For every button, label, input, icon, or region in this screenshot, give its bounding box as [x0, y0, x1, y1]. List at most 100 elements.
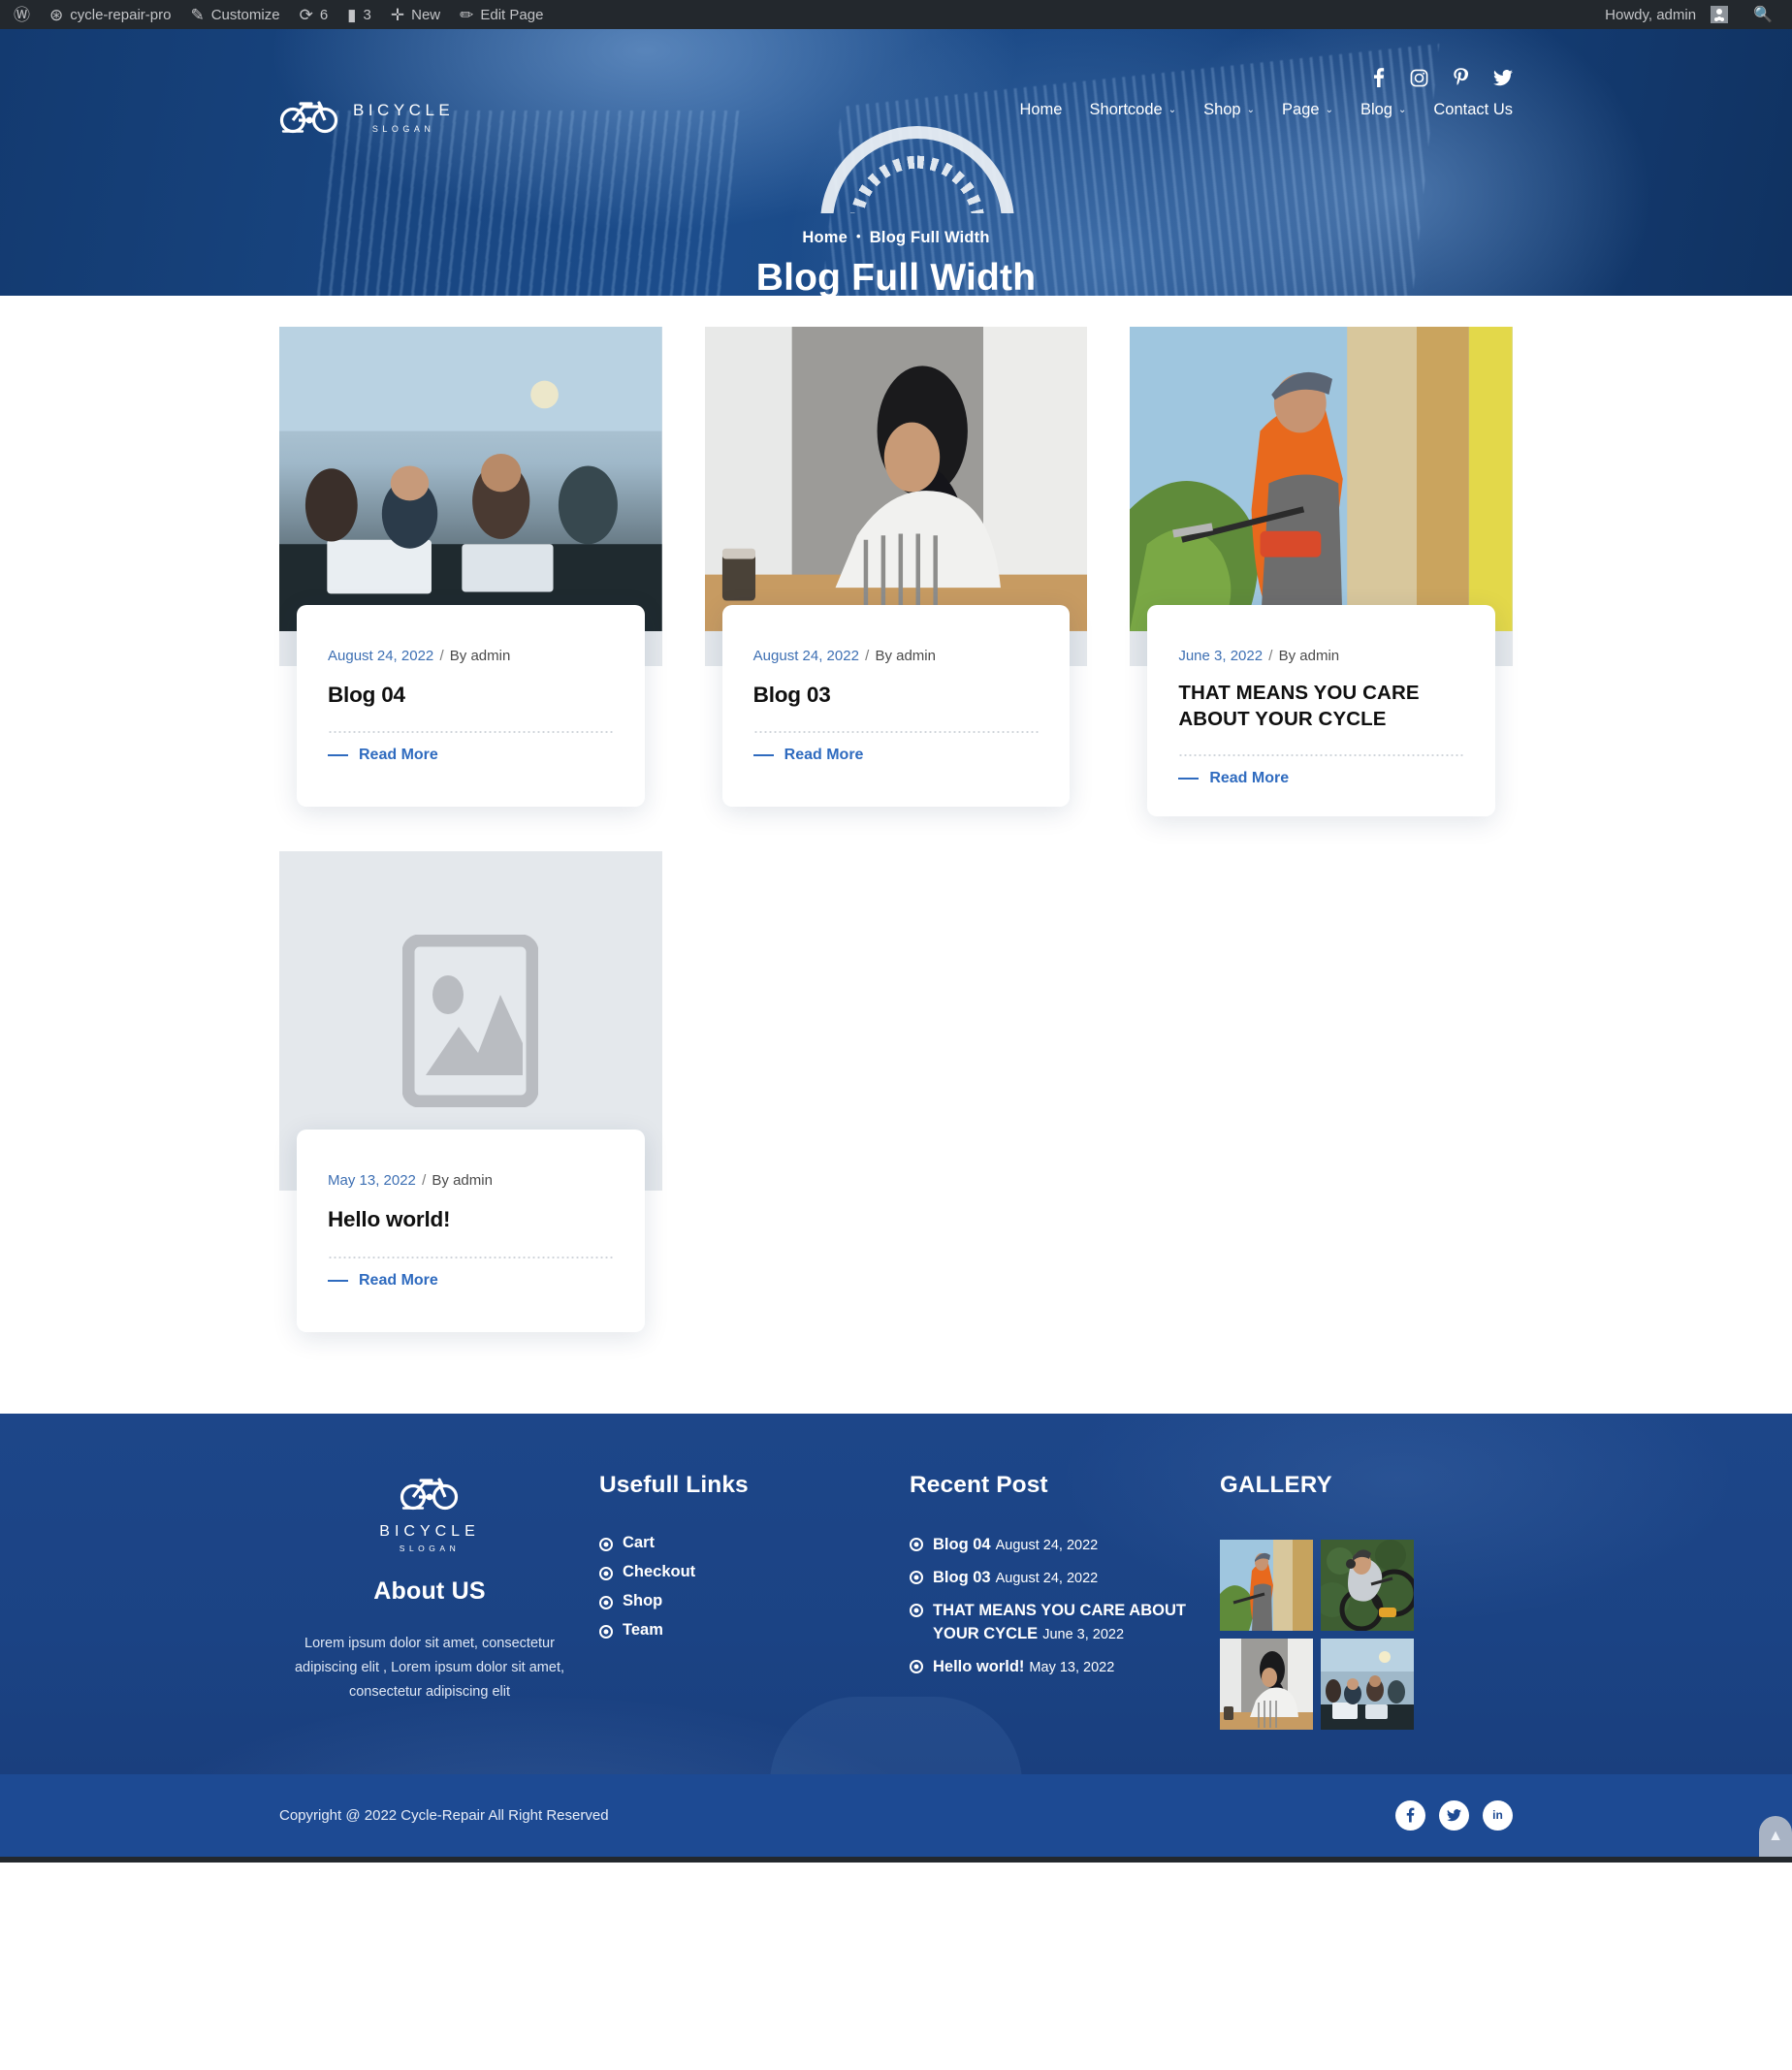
recent-post-title: Blog 03: [933, 1568, 991, 1586]
updates-button[interactable]: ⟳ 6: [290, 0, 338, 29]
chevron-down-icon: ⌄: [1246, 105, 1256, 115]
bullet-icon: [599, 1595, 613, 1609]
gallery-thumb-meeting[interactable]: [1321, 1638, 1414, 1730]
bullet-icon: [599, 1566, 613, 1580]
dotted-divider: [328, 1252, 614, 1258]
recent-post-item[interactable]: Blog 04 August 24, 2022: [910, 1534, 1200, 1556]
post-date[interactable]: June 3, 2022: [1178, 648, 1263, 664]
footer-gallery-column: GALLERY: [1220, 1472, 1513, 1730]
meta-separator: /: [422, 1172, 427, 1190]
pinterest-icon[interactable]: [1454, 68, 1469, 90]
breadcrumb-current: Blog Full Width: [869, 229, 990, 246]
wp-logo-menu[interactable]: Ⓦ: [4, 0, 40, 29]
post-card[interactable]: August 24, 2022 / By admin Blog 04 Read …: [279, 327, 662, 816]
dotted-divider: [328, 727, 614, 734]
footer-bottom-bar: Copyright @ 2022 Cycle-Repair All Right …: [0, 1773, 1792, 1857]
back-to-top-button[interactable]: ▲: [1759, 1815, 1792, 1857]
post-date[interactable]: August 24, 2022: [753, 648, 859, 664]
facebook-icon[interactable]: [1395, 1799, 1425, 1831]
site-logo[interactable]: BICYCLE SLOGAN: [279, 97, 454, 139]
twitter-icon[interactable]: [1439, 1799, 1469, 1831]
recent-post-item[interactable]: Hello world! May 13, 2022: [910, 1656, 1200, 1678]
facebook-icon[interactable]: [1373, 68, 1385, 90]
link-label: Cart: [623, 1533, 656, 1551]
read-more-label: Read More: [359, 1271, 438, 1289]
post-card[interactable]: May 13, 2022 / By admin Hello world! Rea…: [279, 851, 662, 1332]
nav-item-contact-us[interactable]: Contact Us: [1420, 101, 1513, 119]
instagram-icon[interactable]: [1410, 69, 1428, 90]
nav-label: Contact Us: [1433, 101, 1513, 118]
comments-button[interactable]: ▮ 3: [337, 0, 381, 29]
read-more-link[interactable]: Read More: [328, 1272, 614, 1290]
nav-item-blog[interactable]: Blog ⌄: [1347, 101, 1420, 119]
image-placeholder-icon: [402, 935, 539, 1108]
post-author[interactable]: By admin: [875, 648, 936, 664]
post-author[interactable]: By admin: [432, 1172, 493, 1189]
footer-about-column: BICYCLE SLOGAN About US Lorem ipsum dolo…: [279, 1472, 580, 1730]
wordpress-icon: Ⓦ: [14, 5, 30, 24]
site-name-menu[interactable]: ⊛ cycle-repair-pro: [40, 0, 180, 29]
post-date[interactable]: August 24, 2022: [328, 648, 433, 664]
post-card[interactable]: June 3, 2022 / By admin THAT MEANS YOU C…: [1130, 327, 1513, 817]
edit-page-button[interactable]: ✏ Edit Page: [450, 0, 553, 29]
read-more-link[interactable]: Read More: [1178, 770, 1464, 787]
post-meta: June 3, 2022 / By admin: [1178, 648, 1464, 664]
new-label: New: [411, 6, 441, 23]
read-more-link[interactable]: Read More: [328, 747, 614, 764]
gallery-thumb-bike-repair[interactable]: [1321, 1539, 1414, 1631]
site-name-label: cycle-repair-pro: [70, 6, 172, 23]
howdy-label: Howdy, admin: [1605, 6, 1697, 23]
recent-post-title: Blog 04: [933, 1535, 991, 1553]
post-author[interactable]: By admin: [450, 648, 511, 664]
post-title[interactable]: Hello world!: [328, 1205, 614, 1233]
post-author[interactable]: By admin: [1279, 648, 1340, 664]
search-icon[interactable]: 🔍: [1738, 5, 1784, 24]
post-title[interactable]: Blog 04: [328, 681, 614, 709]
useful-link-checkout[interactable]: Checkout: [599, 1563, 890, 1581]
customize-button[interactable]: ✎ Customize: [180, 0, 289, 29]
recent-post-list: Blog 04 August 24, 2022 Blog 03 August 24,…: [910, 1534, 1200, 1679]
useful-link-team[interactable]: Team: [599, 1621, 890, 1640]
main-navigation: Home Shortcode ⌄ Shop ⌄ Page ⌄ Blog ⌄ Co…: [1006, 101, 1513, 119]
post-date[interactable]: May 13, 2022: [328, 1172, 416, 1189]
recent-post-text: Blog 04 August 24, 2022: [933, 1534, 1098, 1556]
post-card-body: May 13, 2022 / By admin Hello world! Rea…: [297, 1130, 645, 1332]
nav-item-shop[interactable]: Shop ⌄: [1190, 101, 1268, 119]
nav-item-shortcode[interactable]: Shortcode ⌄: [1075, 101, 1190, 119]
recent-post-date: August 24, 2022: [995, 1570, 1099, 1586]
new-content-button[interactable]: ✛ New: [381, 0, 450, 29]
footer-logo[interactable]: BICYCLE SLOGAN: [279, 1474, 580, 1553]
dotted-divider: [752, 727, 1040, 734]
breadcrumb: Home • Blog Full Width: [0, 229, 1792, 247]
dash-icon: [1178, 778, 1200, 780]
useful-links-list: Cart Checkout Shop Team: [599, 1534, 890, 1640]
breadcrumb-home[interactable]: Home: [802, 229, 848, 246]
useful-link-cart[interactable]: Cart: [599, 1534, 890, 1552]
recent-post-item[interactable]: THAT MEANS YOU CARE ABOUT YOUR CYCLE June…: [910, 1600, 1200, 1645]
breadcrumb-separator: •: [856, 229, 861, 243]
site-footer: BICYCLE SLOGAN About US Lorem ipsum dolo…: [0, 1413, 1792, 1774]
logo-line-2: SLOGAN: [371, 124, 435, 134]
footer-logo-line-1: BICYCLE: [379, 1522, 480, 1540]
useful-link-shop[interactable]: Shop: [599, 1592, 890, 1610]
bullet-icon: [910, 1604, 923, 1618]
post-card[interactable]: August 24, 2022 / By admin Blog 03 Read …: [704, 327, 1088, 816]
hero-heading-block: Home • Blog Full Width Blog Full Width: [0, 229, 1792, 296]
linkedin-icon[interactable]: in: [1483, 1799, 1513, 1831]
meta-separator: /: [1268, 648, 1273, 664]
logo-text: BICYCLE SLOGAN: [353, 102, 454, 134]
nav-item-page[interactable]: Page ⌄: [1268, 101, 1347, 119]
twitter-icon[interactable]: [1493, 69, 1513, 89]
link-label: Team: [623, 1620, 663, 1639]
nav-label: Blog: [1360, 101, 1392, 118]
gallery-thumb-gardener[interactable]: [1220, 1539, 1313, 1631]
dash-icon: [328, 754, 348, 757]
gallery-thumb-woman-laptop[interactable]: [1220, 1638, 1313, 1730]
footer-columns: BICYCLE SLOGAN About US Lorem ipsum dolo…: [279, 1472, 1513, 1730]
howdy-account-menu[interactable]: Howdy, admin: [1595, 0, 1738, 29]
nav-item-home[interactable]: Home: [1006, 101, 1075, 119]
read-more-link[interactable]: Read More: [752, 747, 1040, 764]
post-title[interactable]: THAT MEANS YOU CARE ABOUT YOUR CYCLE: [1178, 681, 1464, 732]
recent-post-item[interactable]: Blog 03 August 24, 2022: [910, 1567, 1200, 1589]
post-title[interactable]: Blog 03: [753, 681, 1040, 709]
